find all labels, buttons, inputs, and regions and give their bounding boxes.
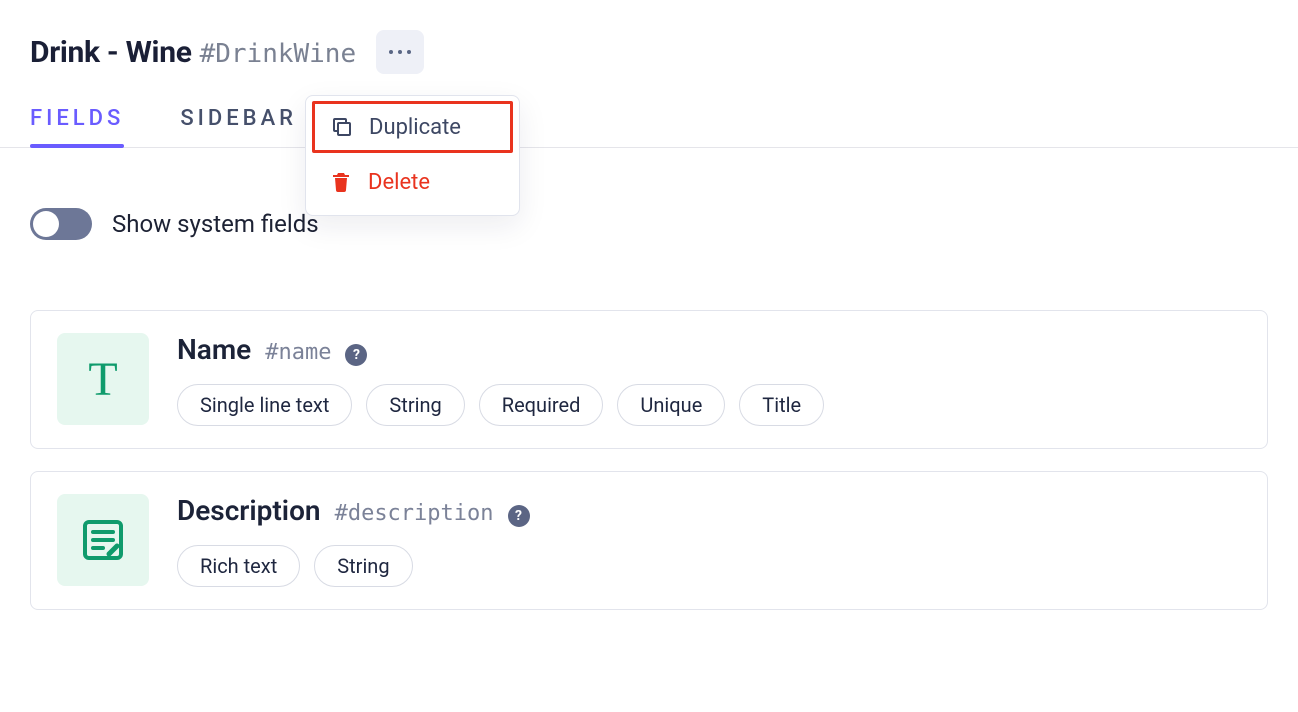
field-title: Name: [177, 333, 251, 366]
trash-icon: [328, 169, 354, 195]
text-icon: T: [57, 333, 149, 425]
field-title: Description: [177, 494, 321, 527]
toggle-knob: [33, 211, 59, 237]
field-list: T Name #name ? Single line text String R…: [30, 310, 1268, 610]
more-actions-menu: Duplicate Delete: [305, 95, 520, 216]
richtext-icon: [57, 494, 149, 586]
field-pill: Required: [479, 384, 604, 426]
field-pill: String: [314, 545, 412, 587]
menu-item-delete[interactable]: Delete: [306, 157, 519, 207]
field-card[interactable]: T Name #name ? Single line text String R…: [30, 310, 1268, 449]
field-pill-row: Rich text String: [177, 545, 1241, 587]
field-pill: Unique: [617, 384, 725, 426]
field-pill: String: [366, 384, 464, 426]
more-icon: [389, 50, 411, 54]
field-pill: Rich text: [177, 545, 300, 587]
field-card[interactable]: Description #description ? Rich text Str…: [30, 471, 1268, 610]
model-id: #DrinkWine: [200, 39, 357, 69]
tab-sidebar[interactable]: SIDEBAR: [180, 94, 297, 147]
menu-item-label: Duplicate: [369, 115, 461, 140]
field-pill-row: Single line text String Required Unique …: [177, 384, 1241, 426]
field-id: #description: [335, 501, 494, 526]
toggle-label: Show system fields: [112, 210, 319, 238]
field-pill: Title: [739, 384, 824, 426]
help-icon[interactable]: ?: [345, 344, 367, 366]
duplicate-icon: [329, 114, 355, 140]
tab-fields[interactable]: FIELDS: [30, 94, 124, 147]
show-system-fields-toggle[interactable]: [30, 208, 92, 240]
help-icon[interactable]: ?: [508, 505, 530, 527]
menu-item-label: Delete: [368, 170, 430, 195]
field-id: #name: [265, 340, 331, 365]
more-actions-button[interactable]: [376, 30, 424, 74]
tabs: FIELDS SIDEBAR SETTINGS: [0, 94, 1298, 148]
model-title: Drink - Wine: [30, 35, 192, 70]
menu-item-duplicate[interactable]: Duplicate: [312, 101, 513, 153]
field-pill: Single line text: [177, 384, 352, 426]
